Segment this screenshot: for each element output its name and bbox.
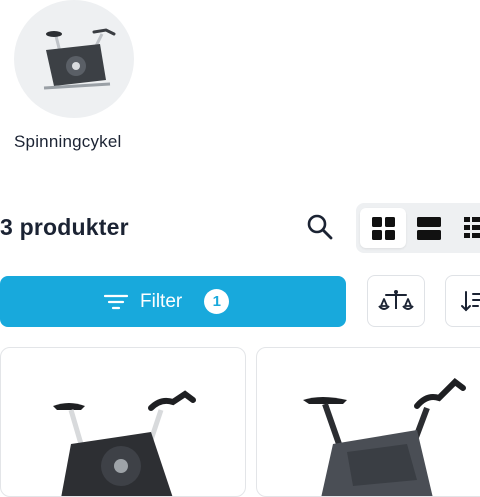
list-view-icon <box>417 217 441 240</box>
grid-view-icon <box>372 217 395 240</box>
compare-button[interactable] <box>367 275 425 327</box>
search-button[interactable] <box>304 211 336 243</box>
product-card[interactable] <box>256 347 480 497</box>
list-view-button[interactable] <box>407 208 453 248</box>
product-count: 3 produkter <box>0 214 129 240</box>
scale-compare-icon <box>378 290 414 310</box>
filter-label: Filter <box>140 290 183 312</box>
sort-button[interactable] <box>445 275 480 327</box>
compact-list-view-button[interactable] <box>454 208 480 248</box>
category-label[interactable]: Spinningcykel <box>14 132 122 152</box>
filter-lines-icon <box>104 294 128 309</box>
product-card[interactable] <box>0 347 246 497</box>
spinning-bike-image <box>53 390 196 496</box>
view-toggle <box>356 203 480 253</box>
filter-button[interactable]: Filter 1 <box>0 276 346 327</box>
category-thumbnail[interactable] <box>14 0 134 118</box>
spinning-bike-image <box>303 378 466 496</box>
search-icon <box>307 214 333 240</box>
sort-icon <box>461 291 480 312</box>
filter-count-badge: 1 <box>204 289 230 314</box>
grid-view-button[interactable] <box>360 208 406 248</box>
compact-list-icon <box>464 217 480 238</box>
spinning-bike-image <box>43 28 116 90</box>
